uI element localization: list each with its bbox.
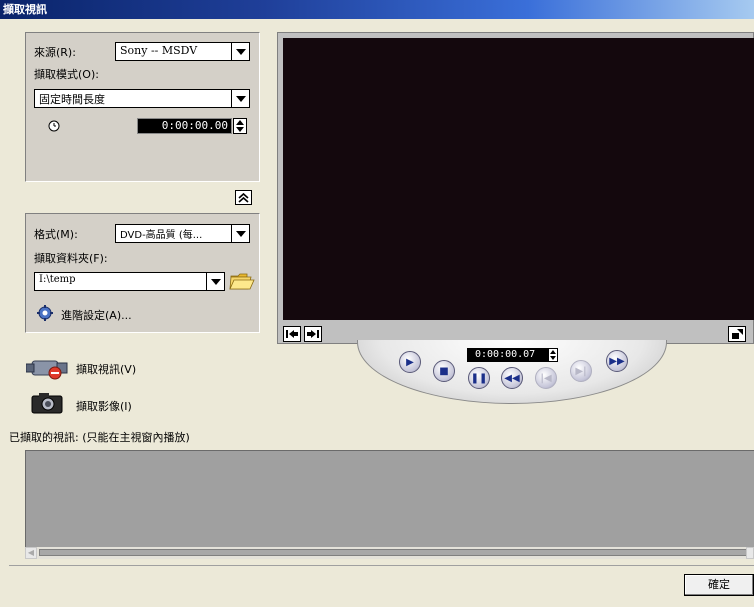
ok-button[interactable]: 確定 — [684, 574, 754, 596]
play-icon: ▶ — [406, 356, 414, 368]
format-label: 格式(M): — [34, 228, 78, 241]
video-camera-icon[interactable] — [26, 355, 70, 381]
format-select[interactable]: DVD-高品質 (每... — [115, 224, 250, 243]
capture-mode-select[interactable]: 固定時間長度 — [34, 89, 250, 108]
format-dropdown-button[interactable] — [231, 224, 250, 243]
go-to-end-icon — [307, 330, 319, 338]
still-camera-icon[interactable] — [31, 391, 65, 415]
source-dropdown-button[interactable] — [231, 42, 250, 61]
expand-icon — [732, 329, 743, 339]
capture-mode-label: 擷取模式(O): — [34, 68, 99, 81]
rewind-icon: ◀◀ — [504, 372, 520, 384]
capture-mode-value: 固定時間長度 — [39, 93, 105, 106]
stop-button[interactable]: ■ — [433, 360, 455, 382]
pause-icon: ❚❚ — [470, 372, 488, 384]
duration-value: 0:00:00.00 — [161, 119, 228, 132]
footer-divider — [9, 565, 754, 566]
source-select[interactable]: Sony -- MSDV — [115, 42, 250, 61]
go-to-start-button[interactable] — [283, 326, 301, 342]
folder-dropdown-button[interactable] — [206, 272, 225, 291]
stop-icon: ■ — [439, 365, 449, 377]
spinner-arrows-icon — [236, 120, 244, 132]
gear-icon — [37, 305, 53, 321]
chevron-down-icon — [236, 49, 246, 55]
window-title: 擷取視訊 — [3, 3, 47, 16]
folder-value: I:\temp — [39, 274, 76, 285]
source-value: Sony -- MSDV — [120, 44, 198, 57]
previous-frame-icon: |◀ — [540, 372, 552, 384]
scrollbar-thumb[interactable] — [39, 549, 748, 556]
output-settings-panel: 格式(M): DVD-高品質 (每... 擷取資料夾(F): I:\temp 進… — [25, 213, 260, 333]
next-frame-button[interactable]: ▶| — [570, 360, 592, 382]
timecode-spinner[interactable] — [548, 348, 558, 362]
go-to-end-button[interactable] — [304, 326, 322, 342]
scroll-left-arrow[interactable]: ◀ — [25, 547, 37, 559]
format-value: DVD-高品質 (每... — [120, 230, 203, 241]
folder-icon[interactable] — [229, 271, 255, 291]
duration-spinner[interactable] — [233, 118, 247, 134]
capture-video-button[interactable]: 擷取視訊(V) — [76, 361, 136, 377]
fast-forward-icon: ▶▶ — [609, 355, 625, 367]
scroll-right-arrow[interactable] — [746, 547, 754, 559]
capture-image-button[interactable]: 擷取影像(I) — [76, 398, 132, 414]
clock-icon — [48, 120, 60, 132]
double-chevron-up-icon — [238, 192, 249, 203]
collapse-panel-button[interactable] — [235, 190, 252, 205]
chevron-down-icon — [211, 279, 221, 285]
preview-panel — [277, 32, 754, 344]
capture-settings-panel: 來源(R): Sony -- MSDV 擷取模式(O): 固定時間長度 0:00… — [25, 32, 260, 182]
previous-frame-button[interactable]: |◀ — [535, 367, 557, 389]
next-frame-icon: ▶| — [575, 365, 587, 377]
rewind-button[interactable]: ◀◀ — [501, 367, 523, 389]
captured-videos-label: 已擷取的視訊: (只能在主視窗內播放) — [9, 431, 190, 444]
spinner-arrows-icon — [550, 350, 556, 360]
chevron-down-icon — [236, 231, 246, 237]
fullscreen-button[interactable] — [728, 326, 746, 342]
go-to-start-icon — [286, 330, 298, 338]
duration-field[interactable]: 0:00:00.00 — [137, 118, 232, 134]
timecode-value: 0:00:00.07 — [475, 349, 536, 360]
captured-videos-list[interactable] — [25, 450, 754, 547]
folder-select[interactable]: I:\temp — [34, 272, 225, 291]
chevron-down-icon — [236, 96, 246, 102]
timecode-display: 0:00:00.07 — [467, 348, 555, 362]
video-preview-screen — [283, 38, 754, 320]
horizontal-scrollbar[interactable]: ◀ — [25, 547, 754, 559]
pause-button[interactable]: ❚❚ — [468, 367, 490, 389]
ok-button-label: 確定 — [708, 578, 730, 591]
source-label: 來源(R): — [34, 46, 76, 59]
capture-mode-dropdown-button[interactable] — [231, 89, 250, 108]
folder-label: 擷取資料夾(F): — [34, 252, 108, 265]
fast-forward-button[interactable]: ▶▶ — [606, 350, 628, 372]
title-bar: 擷取視訊 — [0, 0, 754, 19]
play-button[interactable]: ▶ — [399, 351, 421, 373]
advanced-settings-link[interactable]: 進階設定(A)... — [61, 307, 132, 323]
